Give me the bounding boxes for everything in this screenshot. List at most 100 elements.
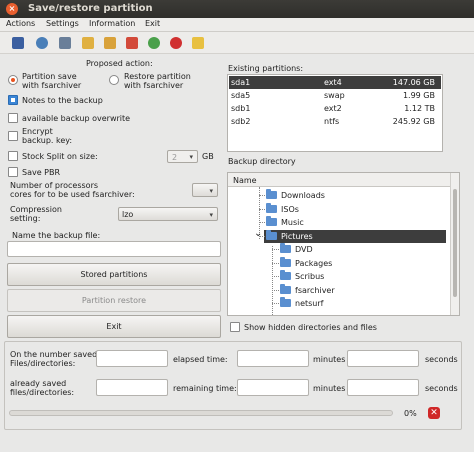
radio-restore-partition[interactable] bbox=[109, 75, 119, 85]
disk-icon[interactable] bbox=[148, 37, 160, 49]
partition-name: sdb1 bbox=[231, 104, 251, 113]
partitions-list[interactable]: sda1 ext4 147.06 GB sda5 swap 1.99 GB sdb1 ext2… bbox=[227, 74, 443, 152]
radio-partition-save-label: Partition save with fsarchiver bbox=[22, 72, 82, 90]
tree-item[interactable]: Pictures bbox=[264, 229, 446, 243]
menu-settings[interactable]: Settings bbox=[46, 19, 79, 28]
saved-files-label: On the number saved Files/directories: bbox=[10, 350, 98, 368]
folder-icon[interactable] bbox=[82, 37, 94, 49]
show-hidden-label: Show hidden directories and files bbox=[244, 323, 377, 332]
save-icon[interactable] bbox=[12, 37, 24, 49]
radio-partition-save[interactable] bbox=[8, 75, 18, 85]
elapsed-seconds-field bbox=[347, 350, 419, 367]
split-size-value: 2 bbox=[172, 153, 178, 162]
partition-fs: swap bbox=[324, 91, 345, 100]
tree-header-name: Name bbox=[233, 176, 257, 185]
restore-icon[interactable] bbox=[36, 37, 48, 49]
partition-size: 245.92 GB bbox=[392, 117, 435, 126]
stop-icon[interactable] bbox=[170, 37, 182, 49]
backup-file-input[interactable] bbox=[7, 241, 221, 257]
partition-fs: ext4 bbox=[324, 78, 342, 87]
partition-row[interactable]: sda5 swap 1.99 GB bbox=[229, 89, 441, 102]
partition-row[interactable]: sdb1 ext2 1.12 TB bbox=[229, 102, 441, 115]
partition-restore-button[interactable]: Partition restore bbox=[7, 289, 221, 312]
encrypt-label: Encrypt backup. key: bbox=[22, 127, 73, 145]
stock-split-label: Stock Split on size: bbox=[22, 152, 98, 161]
notes-label: Notes to the backup bbox=[22, 96, 103, 105]
progress-percent: 0% bbox=[404, 409, 417, 418]
remaining-seconds-field bbox=[347, 379, 419, 396]
tree-item-label: ISOs bbox=[281, 204, 299, 214]
folder-icon bbox=[280, 283, 291, 294]
tree-item-label: netsurf bbox=[295, 299, 324, 308]
remaining-seconds-label: seconds bbox=[425, 384, 458, 393]
expand-arrow-icon[interactable]: ⌄ bbox=[254, 228, 262, 239]
compression-combo[interactable]: lzo ▾ bbox=[118, 207, 218, 221]
tree-guide bbox=[259, 222, 265, 223]
tree-guide bbox=[259, 195, 265, 196]
partition-row[interactable]: sda1 ext4 147.06 GB bbox=[229, 76, 441, 89]
notes-checkbox[interactable] bbox=[8, 95, 18, 105]
folder-icon bbox=[280, 243, 291, 253]
partition-name: sda5 bbox=[231, 91, 251, 100]
elapsed-minutes-label: minutes bbox=[313, 355, 346, 364]
elapsed-minutes-field bbox=[237, 350, 309, 367]
partition-fs: ntfs bbox=[324, 117, 340, 126]
show-hidden-checkbox[interactable] bbox=[230, 322, 240, 332]
remaining-minutes-label: minutes bbox=[313, 384, 346, 393]
tree-item-label: Packages bbox=[295, 258, 333, 268]
backup-directory-label: Backup directory bbox=[228, 157, 296, 166]
split-unit-label: GB bbox=[202, 152, 214, 161]
tree-item-label: Downloads bbox=[281, 191, 325, 200]
elapsed-time-label: elapsed time: bbox=[173, 355, 228, 364]
partition-row[interactable]: sdb2 ntfs 245.92 GB bbox=[229, 115, 441, 128]
folder-icon bbox=[266, 216, 277, 226]
compression-label: Compression setting: bbox=[10, 205, 62, 223]
menu-information[interactable]: Information bbox=[89, 19, 135, 28]
stock-split-checkbox[interactable] bbox=[8, 151, 18, 161]
tree-item-label: DVD bbox=[295, 245, 313, 254]
folder-icon bbox=[280, 270, 291, 280]
folder-icon bbox=[266, 229, 277, 240]
toolbar bbox=[0, 32, 474, 54]
existing-partitions-label: Existing partitions: bbox=[228, 64, 304, 73]
exit-button[interactable]: Exit bbox=[7, 315, 221, 338]
folder-open-icon[interactable] bbox=[104, 37, 116, 49]
backup-directory-tree[interactable]: Name Downloads ISOs Music Pictures ⌄ DVD Packa… bbox=[227, 172, 460, 316]
partition-size: 1.99 GB bbox=[402, 91, 435, 100]
window-title: Save/restore partition bbox=[28, 3, 153, 14]
processors-combo[interactable]: ▾ bbox=[192, 183, 218, 197]
tree-guide bbox=[272, 303, 279, 304]
progress-bar bbox=[9, 410, 393, 416]
save-pbr-checkbox[interactable] bbox=[8, 167, 18, 177]
cancel-icon[interactable]: ✕ bbox=[428, 407, 440, 419]
encrypt-checkbox[interactable] bbox=[8, 131, 18, 141]
partition-size: 1.12 TB bbox=[404, 104, 435, 113]
export-icon[interactable] bbox=[192, 37, 204, 49]
tree-guide bbox=[272, 289, 279, 291]
compression-value: lzo bbox=[122, 210, 134, 219]
partition-name: sdb2 bbox=[231, 117, 251, 126]
overwrite-checkbox[interactable] bbox=[8, 113, 18, 123]
tree-guide bbox=[272, 249, 279, 250]
stored-partitions-button[interactable]: Stored partitions bbox=[7, 263, 221, 286]
processors-label: Number of processors cores for to be use… bbox=[10, 181, 135, 199]
close-window-icon[interactable]: × bbox=[6, 3, 18, 15]
menu-actions[interactable]: Actions bbox=[6, 19, 35, 28]
split-size-spinner[interactable]: 2 ▾ bbox=[167, 150, 198, 163]
tree-item-label: Music bbox=[281, 218, 304, 227]
folder-red-icon[interactable] bbox=[126, 37, 138, 49]
tree-item-label: Scribus bbox=[295, 272, 325, 281]
folder-icon bbox=[266, 202, 277, 213]
tree-item-label: Pictures bbox=[281, 231, 313, 241]
title-bar: × Save/restore partition bbox=[0, 0, 474, 18]
tree-guide bbox=[272, 276, 279, 277]
folder-icon bbox=[280, 297, 291, 307]
drive-icon[interactable] bbox=[59, 37, 71, 49]
radio-restore-partition-label: Restore partition with fsarchiver bbox=[124, 72, 191, 90]
menu-exit[interactable]: Exit bbox=[145, 19, 160, 28]
backup-file-label: Name the backup file: bbox=[12, 231, 101, 240]
menu-bar: Actions Settings Information Exit bbox=[0, 18, 474, 32]
tree-scrollbar[interactable] bbox=[450, 173, 459, 315]
already-saved-field bbox=[96, 379, 168, 396]
tree-scrollbar-thumb[interactable] bbox=[453, 189, 457, 297]
